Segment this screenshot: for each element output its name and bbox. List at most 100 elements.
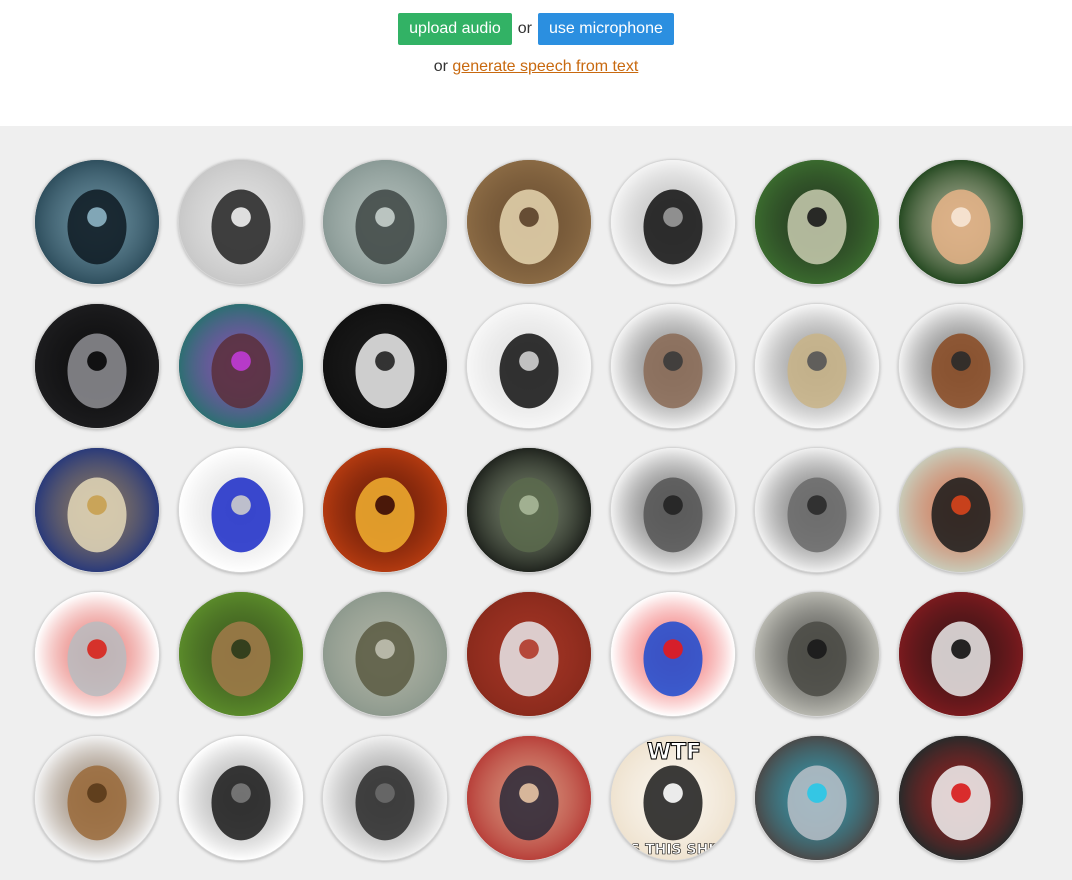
voice-avatar-lego-robot[interactable] <box>34 591 160 717</box>
header-panel: upload audio or use microphone or genera… <box>0 0 1072 126</box>
voice-avatar-cathedral[interactable] <box>466 159 592 285</box>
radio-image <box>611 304 735 428</box>
voice-avatar-monster-mouth[interactable] <box>34 159 160 285</box>
voice-avatar-rotary-telephone[interactable] <box>610 159 736 285</box>
officer-hat-subject <box>499 765 559 841</box>
toy-robot-image <box>899 448 1023 572</box>
cute-robot-subject <box>787 765 847 841</box>
wall-clock-detail <box>519 351 539 371</box>
sonic-image <box>611 592 735 716</box>
voice-avatar-officer-hat[interactable] <box>466 735 592 861</box>
wall-clock-image <box>467 304 591 428</box>
voice-avatar-alien[interactable] <box>754 159 880 285</box>
voice-avatar-sine-wave[interactable] <box>178 447 304 573</box>
voice-avatar-sprinter[interactable] <box>466 591 592 717</box>
sonic-subject <box>643 621 703 697</box>
voice-avatar-radio[interactable] <box>610 303 736 429</box>
voice-avatar-one-eyed-robot[interactable] <box>610 447 736 573</box>
soldier-radio-image <box>755 592 879 716</box>
snail-detail <box>231 639 251 659</box>
voice-avatar-soldier-radio[interactable] <box>754 591 880 717</box>
voice-avatar-gramophone-horn[interactable] <box>178 159 304 285</box>
voice-avatar-cymbal[interactable] <box>754 303 880 429</box>
voice-avatar-fire-demon[interactable] <box>322 447 448 573</box>
voice-avatar-snail[interactable] <box>178 591 304 717</box>
voice-avatar-sonic[interactable] <box>610 591 736 717</box>
toy-robot-detail <box>951 495 971 515</box>
voice-avatar-cute-robot[interactable] <box>754 735 880 861</box>
voice-avatar-tortoise[interactable] <box>322 591 448 717</box>
upload-audio-button[interactable]: upload audio <box>398 13 512 45</box>
voice-avatar-grey-alien[interactable] <box>34 303 160 429</box>
playing-cards-detail <box>951 639 971 659</box>
tortoise-image <box>323 592 447 716</box>
monster-mouth-detail <box>87 207 107 227</box>
voice-avatar-melting-clock[interactable] <box>898 159 1024 285</box>
one-eyed-robot-subject <box>643 477 703 553</box>
voice-avatar-wtf-meme[interactable]: WTF IS THIS SHIT <box>610 735 736 861</box>
voice-avatar-robot-skull[interactable] <box>178 303 304 429</box>
effects-pedal-detail <box>87 495 107 515</box>
cave-subject <box>499 477 559 553</box>
guy-fawkes-mask-image <box>323 304 447 428</box>
soldier-radio-subject <box>787 621 847 697</box>
snail-image <box>179 592 303 716</box>
input-options: upload audio or use microphone <box>0 13 1072 45</box>
alien-image <box>755 160 879 284</box>
meme-caption-bottom: IS THIS SHIT <box>624 842 724 859</box>
voice-avatar-effects-pedal[interactable] <box>34 447 160 573</box>
tortoise-detail <box>375 639 395 659</box>
dalek-detail <box>951 351 971 371</box>
kirobo-robot-subject <box>931 765 991 841</box>
officer-hat-image <box>467 736 591 860</box>
phonograph-man-detail <box>231 783 251 803</box>
lego-robot-image <box>35 592 159 716</box>
voice-gallery: WTF IS THIS SHIT <box>0 126 1072 880</box>
voice-avatar-wooden-speaker[interactable] <box>34 735 160 861</box>
monster-mouth-image <box>35 160 159 284</box>
voice-avatar-playing-cards[interactable] <box>898 591 1024 717</box>
use-microphone-button[interactable]: use microphone <box>538 13 674 45</box>
voice-avatar-wall-clock[interactable] <box>466 303 592 429</box>
sine-wave-image <box>179 448 303 572</box>
voice-avatar-guy-fawkes-mask[interactable] <box>322 303 448 429</box>
radio-detail <box>663 351 683 371</box>
or-prefix: or <box>433 58 448 75</box>
voice-avatar-cave[interactable] <box>466 447 592 573</box>
tall-robot-subject <box>787 477 847 553</box>
voice-avatar-toy-robot[interactable] <box>898 447 1024 573</box>
kirobo-robot-image <box>899 736 1023 860</box>
kirobo-robot-detail <box>951 783 971 803</box>
cymbal-image <box>755 304 879 428</box>
dark-knight-image <box>323 736 447 860</box>
tortoise-subject <box>355 621 415 697</box>
or-separator: or <box>517 20 533 37</box>
dalek-image <box>899 304 1023 428</box>
generate-speech-link[interactable]: generate speech from text <box>452 58 638 75</box>
phonograph-man-image <box>179 736 303 860</box>
one-eyed-robot-image <box>611 448 735 572</box>
fire-demon-detail <box>375 495 395 515</box>
guy-fawkes-mask-detail <box>375 351 395 371</box>
sprinter-detail <box>519 639 539 659</box>
wooden-speaker-detail <box>87 783 107 803</box>
melting-clock-image <box>899 160 1023 284</box>
cathedral-detail <box>519 207 539 227</box>
sine-wave-subject <box>211 477 271 553</box>
effects-pedal-subject <box>67 477 127 553</box>
voice-avatar-tall-robot[interactable] <box>754 447 880 573</box>
voice-avatar-dark-knight[interactable] <box>322 735 448 861</box>
alien-detail <box>807 207 827 227</box>
generate-speech-row: or generate speech from text <box>0 58 1072 76</box>
voice-avatar-ghost-hand[interactable] <box>322 159 448 285</box>
soldier-radio-detail <box>807 639 827 659</box>
voice-avatar-phonograph-man[interactable] <box>178 735 304 861</box>
dark-knight-detail <box>375 783 395 803</box>
voice-avatar-dalek[interactable] <box>898 303 1024 429</box>
wooden-speaker-subject <box>67 765 127 841</box>
voice-avatar-kirobo-robot[interactable] <box>898 735 1024 861</box>
phonograph-man-subject <box>211 765 271 841</box>
cymbal-detail <box>807 351 827 371</box>
fire-demon-image <box>323 448 447 572</box>
fire-demon-subject <box>355 477 415 553</box>
